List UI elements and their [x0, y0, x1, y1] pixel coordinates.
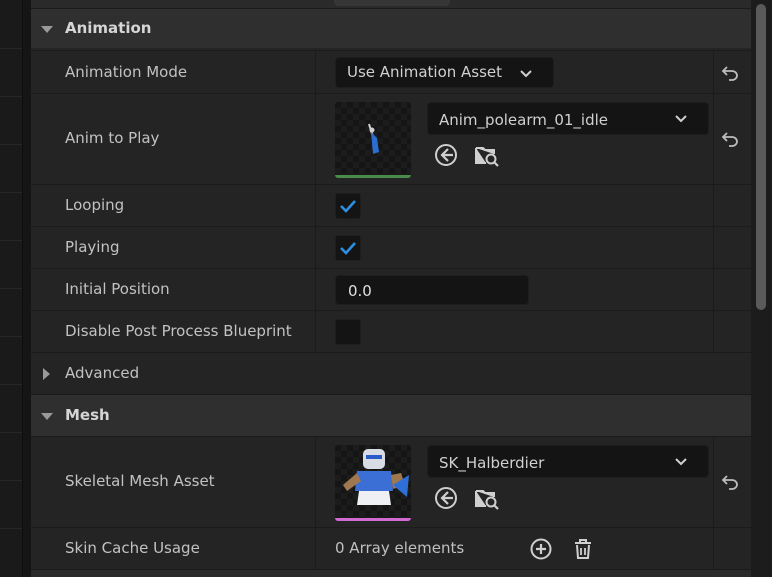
playing-checkbox[interactable]	[335, 235, 361, 261]
property-label: Playing	[65, 238, 120, 256]
reset-arrow-icon[interactable]	[721, 131, 739, 147]
property-row-animation-mode: Animation Mode Use Animation Asset	[31, 50, 751, 93]
property-row-anim-to-play: Anim to Play Anim_polearm_01_idle	[31, 93, 751, 184]
plus-circle-icon[interactable]	[529, 537, 553, 561]
halberdier-figure-icon	[343, 449, 409, 505]
property-row-playing: Playing	[31, 226, 751, 268]
category-mesh[interactable]: Mesh	[31, 394, 751, 436]
scrollbar[interactable]	[751, 0, 772, 577]
property-label: Anim to Play	[65, 129, 160, 147]
animation-mode-dropdown[interactable]: Use Animation Asset	[335, 57, 554, 88]
property-row-skin-cache-usage: Skin Cache Usage 0 Array elements	[31, 527, 751, 569]
anim-to-play-dropdown[interactable]: Anim_polearm_01_idle	[427, 102, 709, 135]
checkmark-icon	[340, 200, 356, 213]
property-label: Animation Mode	[65, 63, 188, 81]
category-title: Advanced	[65, 364, 140, 382]
arrow-left-circle-icon[interactable]	[433, 142, 459, 168]
chevron-down-icon	[520, 70, 532, 78]
property-label: Disable Post Process Blueprint	[65, 322, 292, 340]
checkmark-icon	[340, 242, 356, 255]
expand-arrow-icon[interactable]	[41, 367, 51, 381]
array-count: 0 Array elements	[335, 539, 465, 557]
folder-search-icon[interactable]	[474, 142, 500, 168]
reset-arrow-icon[interactable]	[721, 65, 739, 81]
chevron-down-icon	[675, 458, 687, 466]
chevron-down-icon	[675, 115, 687, 123]
next-row-stub	[31, 569, 751, 577]
category-advanced[interactable]: Advanced	[31, 352, 751, 394]
scrollbar-thumb[interactable]	[756, 4, 766, 310]
skeletal-mesh-thumbnail[interactable]	[335, 445, 411, 521]
initial-position-input[interactable]: 0.0	[335, 275, 529, 305]
disable-post-process-checkbox[interactable]	[335, 319, 361, 345]
folder-search-icon[interactable]	[474, 485, 500, 511]
category-title: Mesh	[65, 406, 110, 424]
expand-arrow-icon[interactable]	[41, 413, 53, 420]
looping-checkbox[interactable]	[335, 193, 361, 219]
asset-type-bar	[335, 518, 411, 521]
asset-type-bar	[335, 175, 411, 178]
property-row-looping: Looping	[31, 184, 751, 226]
property-label: Looping	[65, 196, 125, 214]
animation-asset-thumbnail[interactable]	[335, 102, 411, 178]
property-row-skeletal-mesh-asset: Skeletal Mesh Asset SK_Halberdier	[31, 436, 751, 527]
expand-arrow-icon[interactable]	[41, 26, 53, 33]
property-row-initial-position: Initial Position 0.0	[31, 268, 751, 310]
trash-icon[interactable]	[571, 537, 595, 561]
previous-row-stub	[31, 0, 751, 8]
property-label: Skin Cache Usage	[65, 539, 200, 557]
category-title: Animation	[65, 19, 152, 37]
left-panel-edge	[0, 0, 23, 577]
property-label: Skeletal Mesh Asset	[65, 472, 215, 490]
details-panel: Animation Animation Mode Use Animation A…	[31, 0, 751, 577]
reset-arrow-icon[interactable]	[721, 474, 739, 490]
property-label: Initial Position	[65, 280, 170, 298]
skeletal-mesh-dropdown[interactable]: SK_Halberdier	[427, 445, 709, 478]
property-row-disable-post-process: Disable Post Process Blueprint	[31, 310, 751, 352]
category-animation[interactable]: Animation	[31, 8, 751, 48]
polearm-figure-icon	[368, 123, 379, 154]
arrow-left-circle-icon[interactable]	[433, 485, 459, 511]
